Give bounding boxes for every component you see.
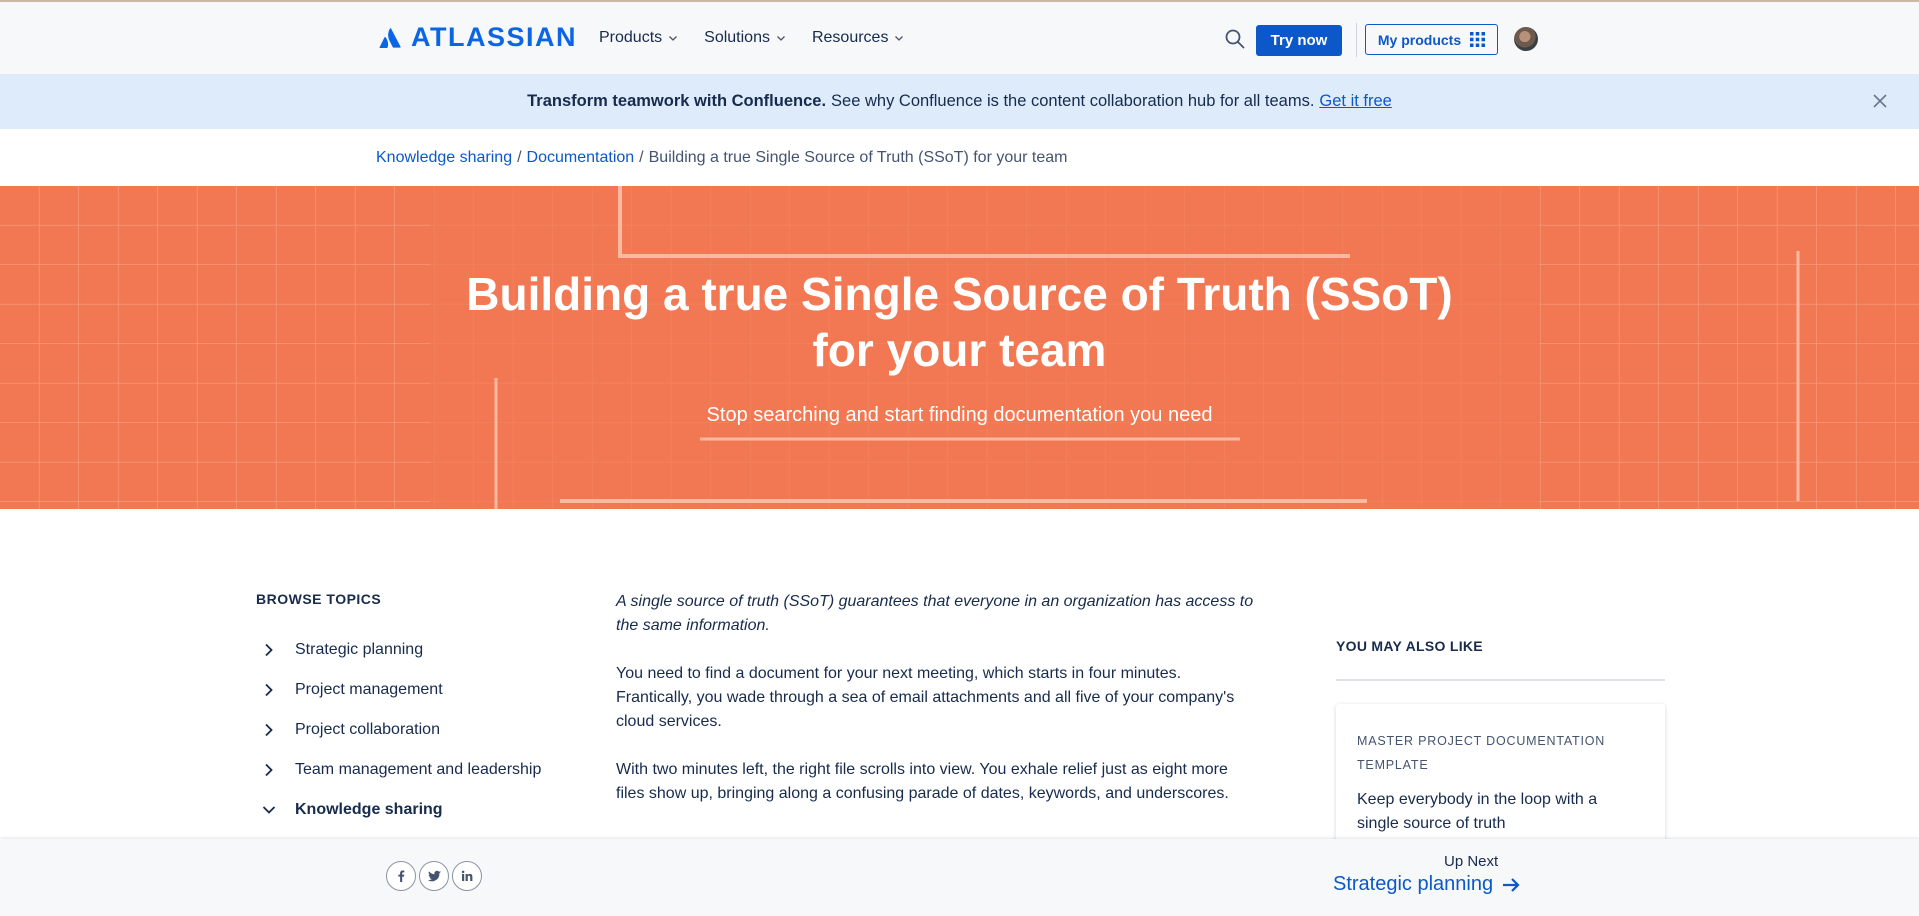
banner-get-it-free-link[interactable]: Get it free: [1319, 92, 1391, 111]
my-products-label: My products: [1377, 31, 1462, 48]
sidebar-item-label: Project management: [295, 681, 443, 698]
card-title-link[interactable]: Keep everybody in the loop with a single…: [1357, 788, 1637, 836]
browse-topics-heading: BROWSE TOPICS: [256, 591, 382, 607]
article-lead-line: A single source of truth (SSoT) guarante…: [616, 593, 1254, 610]
menu-resources[interactable]: Resources: [812, 29, 904, 47]
card-kicker-line: MASTER PROJECT DOCUMENTATION: [1357, 734, 1606, 748]
breadcrumb: Knowledge sharing / Documentation / Buil…: [376, 149, 1068, 167]
up-next-title: Strategic planning: [1333, 873, 1494, 895]
page-title: Building a true Single Source of Truth (…: [0, 266, 1919, 378]
up-next-label: Up Next: [1444, 853, 1499, 870]
hero-banner: Building a true Single Source of Truth (…: [0, 186, 1919, 509]
sidebar-item-label: Strategic planning: [295, 641, 424, 658]
card-kicker: MASTER PROJECT DOCUMENTATION TEMPLATE: [1357, 729, 1617, 777]
chevron-down-icon: [669, 36, 678, 41]
main-menu: Products Solutions Resources: [599, 29, 904, 47]
sidebar-item-project-management[interactable]: Project management: [262, 681, 443, 699]
article-line: Frantically, you wade through a sea of e…: [616, 689, 1235, 706]
chevron-right-icon: [265, 763, 273, 777]
breadcrumb-separator: /: [517, 149, 522, 166]
sidebar-item-label: Team management and leadership: [295, 761, 542, 778]
sidebar-item-label: Project collaboration: [295, 721, 440, 738]
article-line: With two minutes left, the right file sc…: [616, 761, 1228, 778]
top-navigation: ATLASSIAN Products Solutions Resources T…: [0, 0, 1919, 74]
banner-text: See why Confluence is the content collab…: [831, 92, 1315, 110]
brand-wordmark: ATLASSIAN: [411, 22, 577, 52]
breadcrumb-current-page: Building a true Single Source of Truth (…: [648, 149, 1068, 166]
banner-headline: Transform teamwork with Confluence.: [527, 92, 827, 110]
chevron-down-icon: [895, 36, 904, 41]
chevron-down-icon: [777, 36, 785, 41]
try-now-button[interactable]: Try now: [1256, 25, 1342, 56]
facebook-share-button[interactable]: [386, 861, 416, 891]
sidebar-item-knowledge-sharing[interactable]: Knowledge sharing: [262, 801, 443, 819]
article-lead: A single source of truth (SSoT) guarante…: [616, 590, 1296, 638]
you-may-also-like-heading: YOU MAY ALSO LIKE: [1336, 638, 1483, 654]
avatar[interactable]: [1514, 27, 1538, 51]
page-title-line-2: for your team: [812, 324, 1107, 376]
my-products-button[interactable]: My products: [1365, 24, 1498, 55]
search-icon[interactable]: [1224, 28, 1246, 50]
article-body: A single source of truth (SSoT) guarante…: [616, 590, 1296, 830]
chevron-right-icon: [265, 723, 273, 737]
article-paragraph: With two minutes left, the right file sc…: [616, 758, 1296, 806]
linkedin-icon: [461, 870, 473, 881]
article-lead-line: the same information.: [616, 617, 770, 634]
card-kicker-line: TEMPLATE: [1357, 758, 1429, 772]
sidebar-item-label: Knowledge sharing: [295, 801, 443, 818]
promo-banner: Transform teamwork with Confluence. See …: [0, 74, 1919, 129]
nav-divider: [1356, 23, 1357, 57]
sidebar-item-strategic-planning[interactable]: Strategic planning: [262, 641, 423, 659]
article-paragraph: You need to find a document for your nex…: [616, 662, 1296, 734]
sidebar-item-team-management[interactable]: Team management and leadership: [262, 761, 541, 779]
rail-divider: [1336, 679, 1665, 681]
chevron-right-icon: [265, 683, 273, 697]
page-title-line-1: Building a true Single Source of Truth (…: [466, 268, 1453, 320]
page-subtitle: Stop searching and start finding documen…: [706, 404, 1213, 426]
menu-products-label: Products: [599, 29, 663, 46]
breadcrumb-separator: /: [639, 149, 644, 166]
article-line: You need to find a document for your nex…: [616, 665, 1182, 682]
twitter-icon: [427, 870, 441, 882]
facebook-icon: [398, 870, 405, 882]
menu-solutions[interactable]: Solutions: [704, 29, 786, 47]
breadcrumb-documentation[interactable]: Documentation: [527, 149, 635, 167]
chevron-right-icon: [265, 643, 273, 657]
breadcrumb-knowledge-sharing[interactable]: Knowledge sharing: [376, 149, 512, 167]
article-line: cloud services.: [616, 713, 722, 730]
arrow-right-icon: [1503, 877, 1520, 892]
card-title-line: Keep everybody in the loop with a: [1357, 791, 1598, 808]
atlassian-logo-icon: [379, 27, 401, 48]
menu-solutions-label: Solutions: [704, 29, 770, 46]
menu-resources-label: Resources: [811, 29, 889, 46]
close-icon[interactable]: [1872, 93, 1888, 109]
sticky-footer: Up Next Strategic planning: [0, 839, 1919, 916]
chevron-down-icon: [262, 806, 276, 814]
app-grid-icon: [1470, 32, 1486, 47]
twitter-share-button[interactable]: [419, 861, 449, 891]
linkedin-share-button[interactable]: [452, 861, 482, 891]
article-line: files show up, bringing along a confusin…: [616, 785, 1229, 802]
menu-products[interactable]: Products: [599, 29, 678, 47]
card-title-line: single source of truth: [1357, 815, 1506, 832]
sidebar-item-project-collaboration[interactable]: Project collaboration: [262, 721, 440, 739]
atlassian-logo[interactable]: ATLASSIAN: [379, 22, 577, 53]
up-next-link[interactable]: Strategic planning: [1333, 873, 1520, 896]
